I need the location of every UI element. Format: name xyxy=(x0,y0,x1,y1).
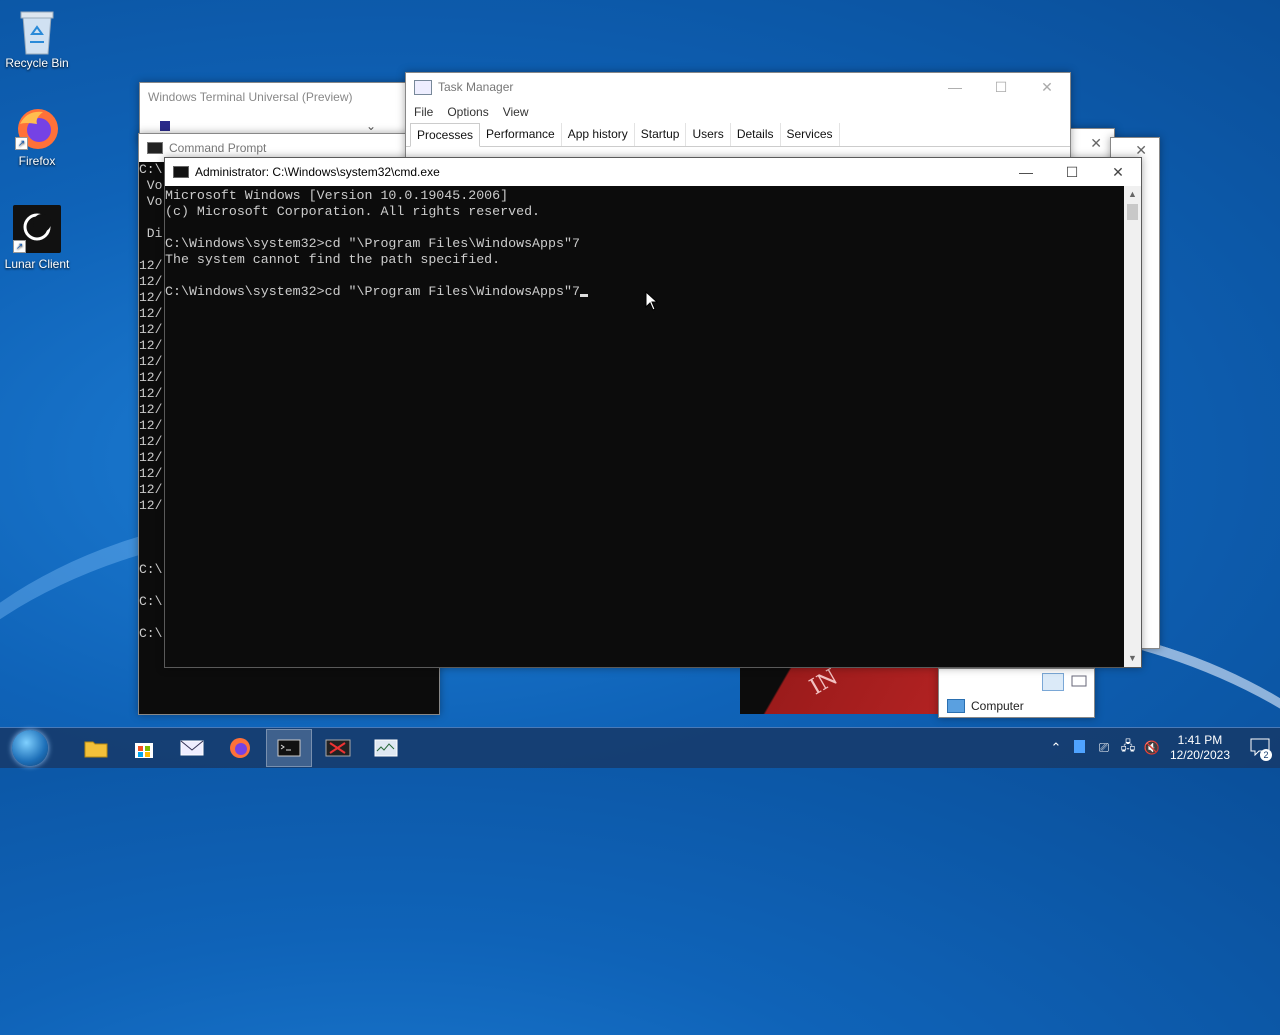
explorer-window-fragment: Computer xyxy=(938,668,1095,718)
console-scrollbar[interactable]: ▲ ▼ xyxy=(1124,186,1141,667)
recycle-bin-icon xyxy=(15,8,59,55)
taskbar-firefox[interactable] xyxy=(218,730,262,766)
notification-count-badge: 2 xyxy=(1260,748,1272,761)
taskbar-tool-app[interactable] xyxy=(316,730,360,766)
cmd-icon xyxy=(147,142,163,154)
window-title: Administrator: C:\Windows\system32\cmd.e… xyxy=(195,165,440,179)
tab-app-history[interactable]: App history xyxy=(562,123,635,146)
desktop-icon-label: Recycle Bin xyxy=(5,56,69,70)
shortcut-arrow-icon: ↗ xyxy=(15,137,28,150)
desktop-icon-lunar-client[interactable]: ↗ Lunar Client xyxy=(0,205,74,271)
taskbar-mail[interactable] xyxy=(170,730,214,766)
taskbar-task-manager[interactable] xyxy=(364,730,408,766)
clock[interactable]: 1:41 PM 12/20/2023 xyxy=(1170,733,1230,763)
task-manager-window[interactable]: Task Manager — ☐ ✕ File Options View Pro… xyxy=(405,72,1071,164)
console-line: (c) Microsoft Corporation. All rights re… xyxy=(165,204,541,219)
tab-users[interactable]: Users xyxy=(686,123,731,146)
chevron-up-icon[interactable]: ⌃ xyxy=(1044,740,1068,756)
notification-center-icon[interactable]: 2 xyxy=(1240,738,1280,761)
lunar-client-icon: ↗ xyxy=(13,205,61,253)
tab-performance[interactable]: Performance xyxy=(480,123,562,146)
tab-startup[interactable]: Startup xyxy=(635,123,687,146)
details-view-icon[interactable] xyxy=(1042,673,1064,691)
cmd-icon xyxy=(277,739,301,757)
window-title: Command Prompt xyxy=(169,141,267,155)
window-title: Windows Terminal Universal (Preview) xyxy=(148,90,353,104)
menu-options[interactable]: Options xyxy=(447,105,488,119)
firefox-icon xyxy=(230,738,250,758)
taskbar: ⌃ ⎚ 🖧 🔇 1:41 PM 12/20/2023 2 xyxy=(0,727,1280,768)
red-tool-icon xyxy=(325,739,351,757)
background-window-fragment: IN xyxy=(740,660,940,714)
volume-muted-icon[interactable]: 🔇 xyxy=(1140,740,1164,756)
clock-date: 12/20/2023 xyxy=(1169,748,1230,762)
minimize-button[interactable]: — xyxy=(1003,158,1049,186)
firefox-icon: ↗ xyxy=(15,106,59,150)
device-icon[interactable]: ⎚ xyxy=(1092,740,1116,756)
desktop-icon-recycle-bin[interactable]: Recycle Bin xyxy=(0,8,74,70)
mail-icon xyxy=(180,740,204,756)
console-current-input[interactable]: C:\Windows\system32>cd "\Program Files\W… xyxy=(165,284,580,299)
maximize-button[interactable]: ☐ xyxy=(1049,158,1095,186)
desktop-icon-label: Firefox xyxy=(18,154,56,168)
console-line: The system cannot find the path specifie… xyxy=(165,252,501,267)
admin-cmd-console[interactable]: Microsoft Windows [Version 10.0.19045.20… xyxy=(165,186,1124,667)
store-icon xyxy=(135,743,153,758)
close-button[interactable]: ✕ xyxy=(1024,73,1070,101)
scroll-up-icon[interactable]: ▲ xyxy=(1124,186,1141,203)
network-icon[interactable]: 🖧 xyxy=(1116,737,1140,759)
tab-details[interactable]: Details xyxy=(731,123,781,146)
terminal-tab-icon xyxy=(160,121,170,131)
tab-services[interactable]: Services xyxy=(781,123,840,146)
cmd-icon xyxy=(173,166,189,178)
console-line: Microsoft Windows [Version 10.0.19045.20… xyxy=(165,188,509,203)
menu-view[interactable]: View xyxy=(503,105,529,119)
tab-processes[interactable]: Processes xyxy=(410,123,481,147)
taskbar-command-prompt[interactable] xyxy=(266,729,312,767)
close-icon[interactable]: ✕ xyxy=(1090,135,1102,152)
taskbar-file-explorer[interactable] xyxy=(74,730,118,766)
console-line: C:\Windows\system32>cd "\Program Files\W… xyxy=(165,236,580,251)
start-button[interactable] xyxy=(12,730,48,766)
computer-icon xyxy=(947,699,965,713)
close-button[interactable]: ✕ xyxy=(1095,158,1141,186)
admin-cmd-titlebar[interactable]: Administrator: C:\Windows\system32\cmd.e… xyxy=(165,158,1141,186)
task-manager-titlebar[interactable]: Task Manager — ☐ ✕ xyxy=(406,73,1070,101)
chevron-down-icon[interactable]: ⌄ xyxy=(366,119,376,133)
mouse-pointer-icon xyxy=(645,290,659,314)
shortcut-arrow-icon: ↗ xyxy=(13,240,26,253)
scroll-thumb[interactable] xyxy=(1127,204,1138,220)
task-manager-tabs: Processes Performance App history Startu… xyxy=(406,123,1070,147)
windows-terminal-titlebar[interactable]: Windows Terminal Universal (Preview) xyxy=(140,83,408,111)
task-manager-icon xyxy=(374,739,398,757)
blue-square-icon[interactable] xyxy=(1068,740,1092,756)
background-window-edge: ✕ xyxy=(1065,128,1115,160)
menu-file[interactable]: File xyxy=(414,105,433,119)
desktop-icon-label: Lunar Client xyxy=(4,257,70,271)
task-manager-menu: File Options View xyxy=(406,101,1070,123)
scroll-down-icon[interactable]: ▼ xyxy=(1124,650,1141,667)
text-cursor xyxy=(579,294,588,297)
clock-time: 1:41 PM xyxy=(1177,733,1223,747)
status-item-computer: Computer xyxy=(971,699,1024,713)
taskbar-store[interactable] xyxy=(122,730,166,766)
task-manager-icon xyxy=(414,79,432,95)
system-tray: ⌃ ⎚ 🖧 🔇 1:41 PM 12/20/2023 2 xyxy=(1044,728,1280,768)
maximize-button[interactable]: ☐ xyxy=(978,73,1024,101)
window-title: Task Manager xyxy=(438,80,514,94)
admin-cmd-window[interactable]: Administrator: C:\Windows\system32\cmd.e… xyxy=(164,157,1142,668)
minimize-button[interactable]: — xyxy=(932,73,978,101)
desktop-icon-firefox[interactable]: ↗ Firefox xyxy=(0,106,74,168)
tiles-view-icon[interactable] xyxy=(1070,673,1088,689)
folder-icon xyxy=(84,741,108,758)
